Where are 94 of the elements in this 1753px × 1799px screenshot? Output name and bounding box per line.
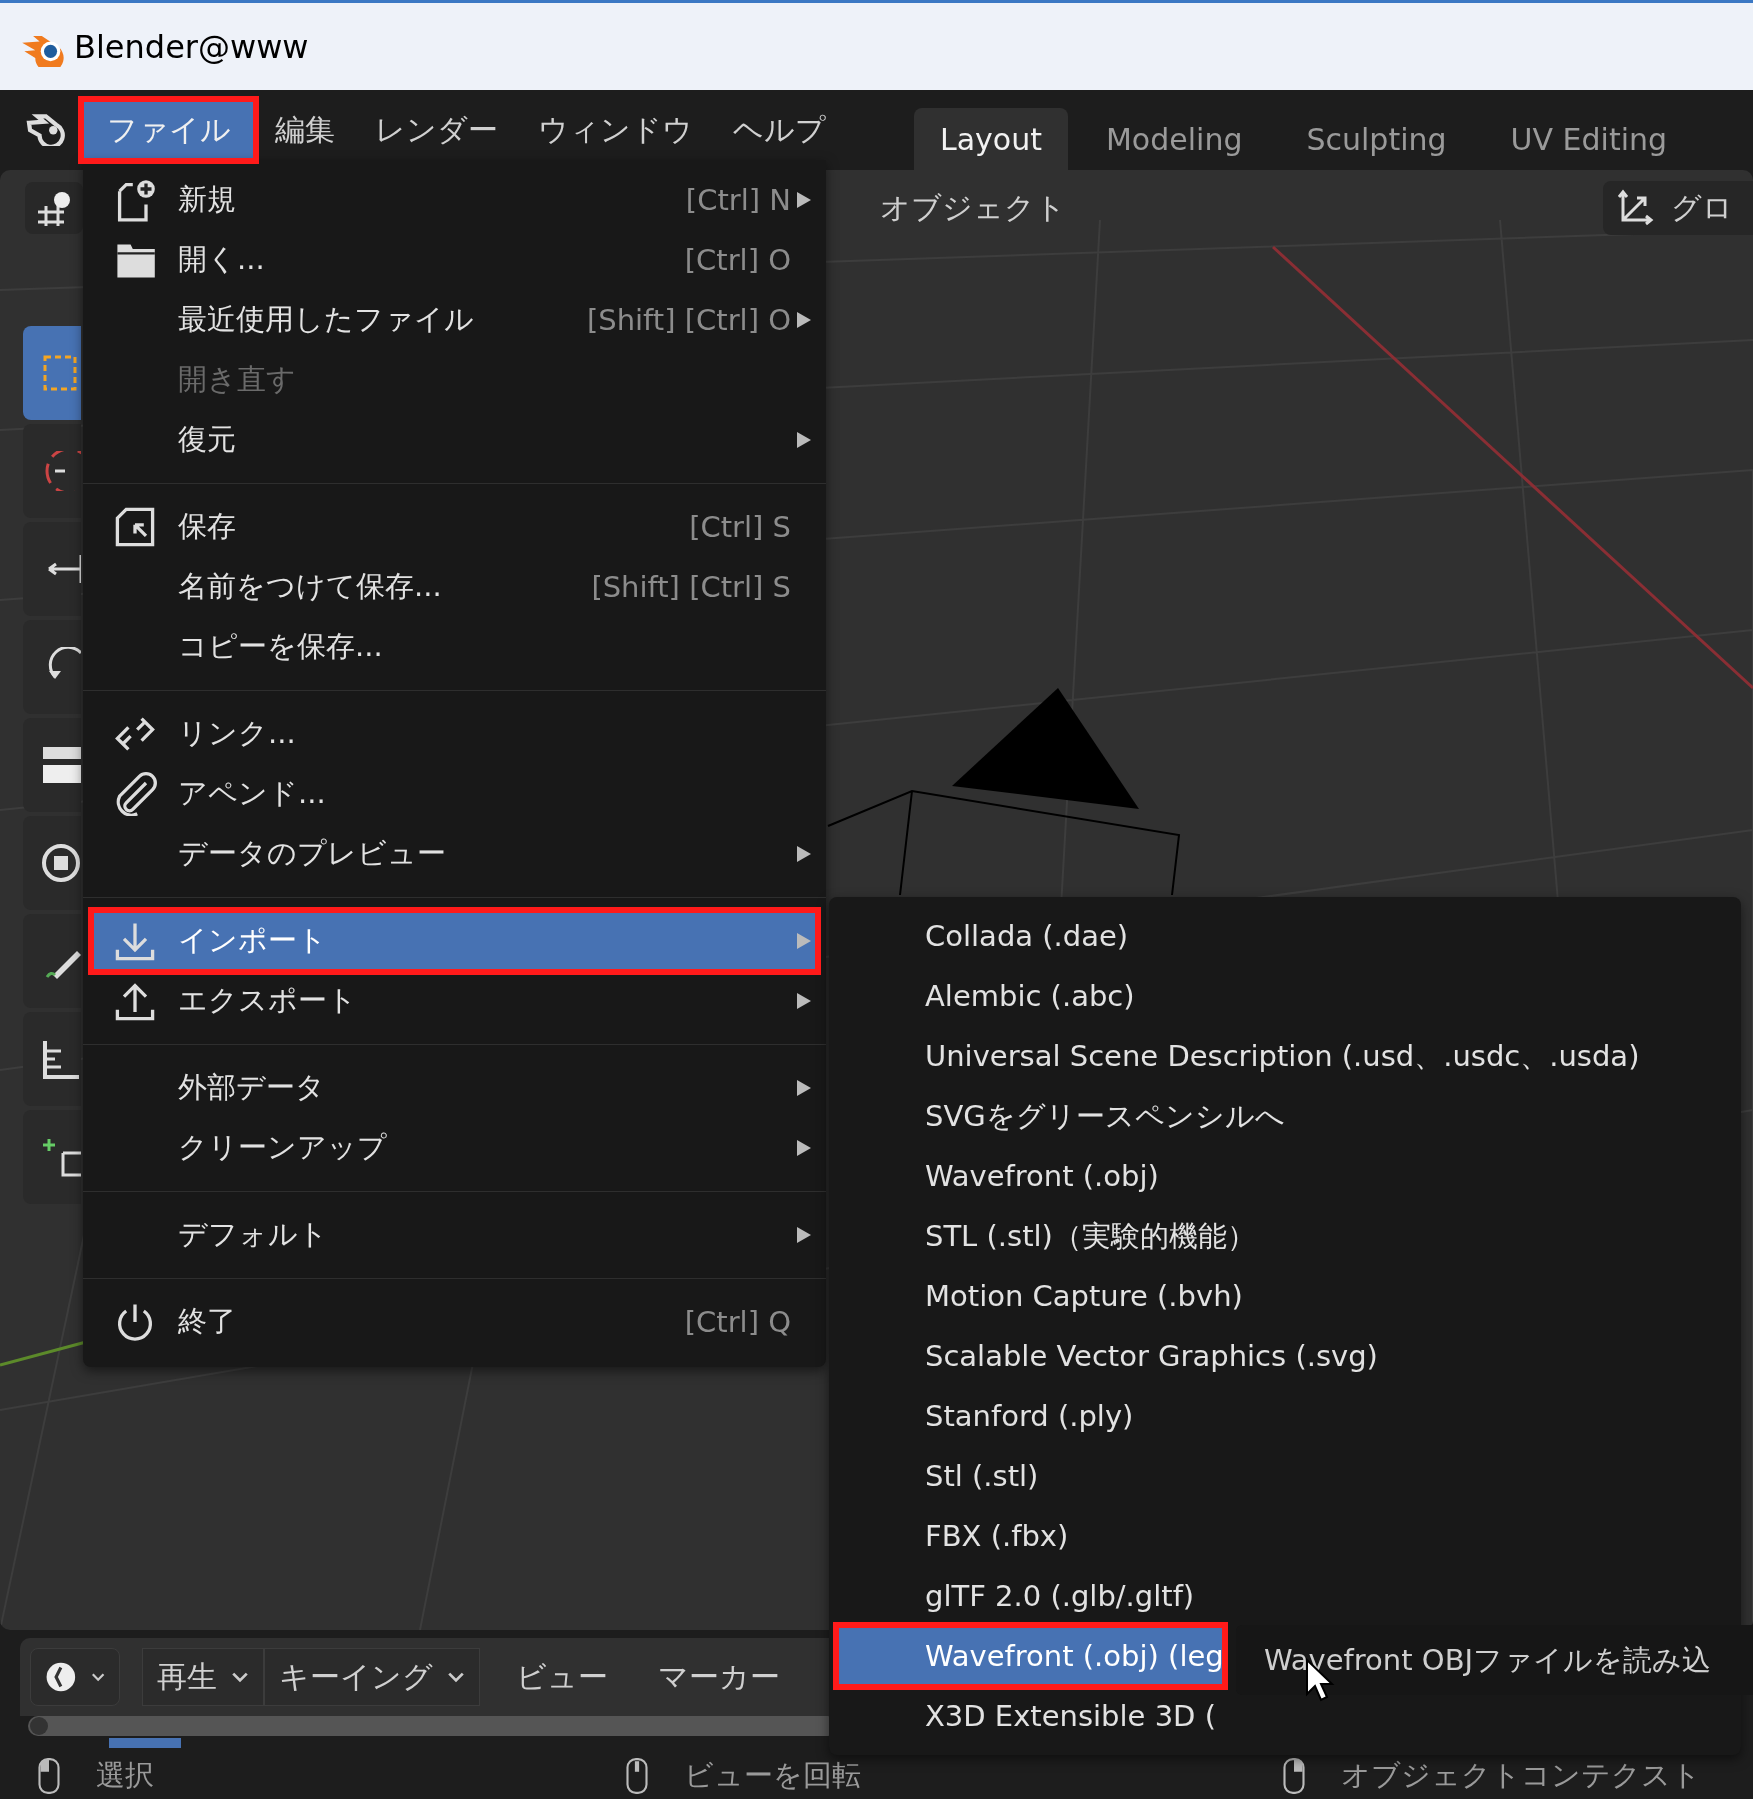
scroll-handle[interactable]	[30, 1717, 48, 1735]
menu-item[interactable]: FBX (.fbx)	[837, 1506, 1733, 1566]
rotate-tool[interactable]	[23, 620, 81, 714]
status-hint: オブジェクトコンテクスト	[1341, 1756, 1701, 1794]
menu-item[interactable]: データのプレビュー	[92, 824, 817, 884]
square-icon	[41, 745, 81, 785]
menu-item[interactable]: Alembic (.abc)	[837, 966, 1733, 1026]
transform-orientation-dropdown[interactable]: グロ	[1603, 181, 1753, 235]
shortcut-label: [Ctrl] Q	[684, 1305, 791, 1339]
menu-item-label: データのプレビュー	[178, 835, 447, 872]
menu-item[interactable]: エクスポート	[92, 971, 817, 1031]
menu-item[interactable]: Universal Scene Description (.usd、.usdc、.usda)	[837, 1026, 1733, 1086]
menu-item[interactable]: SVGをグリースペンシルへ	[837, 1086, 1733, 1146]
mouse-left-icon	[36, 1756, 62, 1795]
workspace-tab[interactable]: Modeling	[1080, 108, 1269, 170]
menu-item-label: 名前をつけて保存...	[178, 568, 443, 605]
menu-item[interactable]: インポート	[92, 911, 817, 971]
menu-item[interactable]: ファイル	[82, 100, 255, 160]
menu-item[interactable]: STL (.stl)（実験的機能）	[837, 1206, 1733, 1266]
menu-item[interactable]: 開く... [Ctrl] O	[92, 230, 817, 290]
workspace-tab[interactable]: Layout	[914, 108, 1068, 170]
menu-item[interactable]: ウィンドウ	[518, 100, 713, 160]
menu-item[interactable]: glTF 2.0 (.glb/.gltf)	[837, 1566, 1733, 1626]
menu-item-label: コピーを保存...	[178, 628, 384, 665]
menu-item-label: アペンド...	[178, 775, 327, 812]
menu-item-label: 復元	[178, 421, 237, 458]
select-box-tool[interactable]	[23, 326, 81, 420]
menu-item[interactable]: アペンド...	[92, 764, 817, 824]
transform-tool[interactable]	[23, 816, 81, 910]
menu-item[interactable]: ヘルプ	[713, 100, 846, 160]
mouse-right-icon	[1281, 1756, 1307, 1795]
window-title: Blender@www	[74, 27, 309, 66]
menu-item[interactable]: Stanford (.ply)	[837, 1386, 1733, 1446]
menu-item-label: 最近使用したファイル	[178, 301, 475, 338]
menu-item-label: エクスポート	[178, 982, 358, 1019]
menu-item[interactable]: 名前をつけて保存... [Shift] [Ctrl] S	[92, 557, 817, 617]
menu-item[interactable]: ビュー	[502, 1648, 622, 1706]
add-cube-icon	[41, 1137, 81, 1177]
menu-item[interactable]: 終了 [Ctrl] Q	[92, 1292, 817, 1352]
mouse-middle-icon	[624, 1756, 650, 1795]
menu-item[interactable]: リンク...	[92, 704, 817, 764]
add-cube-tool[interactable]	[23, 1110, 81, 1204]
dropdown[interactable]: キーイング	[264, 1648, 480, 1706]
menu-item[interactable]: Wavefront (.obj) (leg	[837, 1626, 1224, 1686]
caret-icon	[231, 1671, 249, 1683]
menu-item[interactable]: Collada (.dae)	[837, 906, 1733, 966]
menu-item[interactable]: 新規 [Ctrl] N	[92, 170, 817, 230]
menu-item[interactable]: Motion Capture (.bvh)	[837, 1266, 1733, 1326]
object-menu[interactable]: オブジェクト	[880, 187, 1066, 229]
shortcut-label: [Ctrl] N	[685, 183, 791, 217]
annotate-tool[interactable]	[23, 914, 81, 1008]
menu-item[interactable]: Scalable Vector Graphics (.svg)	[837, 1326, 1733, 1386]
menu-item[interactable]: レンダー	[355, 100, 518, 160]
menu-item[interactable]: 復元	[92, 410, 817, 470]
menu-item[interactable]: デフォルト	[92, 1205, 817, 1265]
menu-item-label: 開き直す	[178, 361, 297, 398]
menu-item-label: リンク...	[178, 715, 297, 752]
menu-item[interactable]: 外部データ	[92, 1058, 817, 1118]
menu-item[interactable]: Wavefront (.obj)	[837, 1146, 1733, 1206]
menu-item-label: 開く...	[178, 241, 266, 278]
menu-item-label: 新規	[178, 181, 237, 218]
editor-type-dropdown[interactable]	[30, 1648, 120, 1706]
menu-item-label: 終了	[178, 1303, 237, 1340]
shortcut-label: [Shift] [Ctrl] S	[591, 570, 791, 604]
shortcut-label: [Ctrl] S	[689, 510, 791, 544]
shortcut-label: [Ctrl] O	[684, 243, 791, 277]
axes-icon	[1615, 188, 1655, 228]
workspace-tab[interactable]: Sculpting	[1280, 108, 1473, 170]
menu-item[interactable]: マーカー	[644, 1648, 794, 1706]
menu-item[interactable]: コピーを保存...	[92, 617, 817, 677]
menu-item-label: 外部データ	[178, 1069, 326, 1106]
menu-item[interactable]: 編集	[255, 100, 355, 160]
menu-item-label: デフォルト	[178, 1216, 329, 1253]
menu-item-label: インポート	[178, 922, 328, 959]
scale-tool[interactable]	[23, 718, 81, 812]
menu-item[interactable]: 最近使用したファイル [Shift] [Ctrl] O	[92, 290, 817, 350]
save-icon	[113, 505, 157, 549]
circle-target-icon	[41, 843, 81, 883]
move-tool[interactable]	[23, 522, 81, 616]
dropdown[interactable]: 再生	[142, 1648, 264, 1706]
menu-item[interactable]: 保存 [Ctrl] S	[92, 497, 817, 557]
menu-item-label: クリーンアップ	[178, 1129, 388, 1166]
menu-item[interactable]: Stl (.stl)	[837, 1446, 1733, 1506]
current-frame-marker[interactable]	[109, 1738, 181, 1748]
editor-type-button[interactable]	[25, 182, 83, 234]
caret-icon	[447, 1671, 465, 1683]
caret-icon	[90, 1671, 105, 1683]
measure-tool[interactable]	[23, 1012, 81, 1106]
shortcut-label: [Shift] [Ctrl] O	[586, 303, 791, 337]
status-hint: 選択	[96, 1756, 154, 1794]
menu-item[interactable]: クリーンアップ	[92, 1118, 817, 1178]
menu-item-label: 保存	[178, 508, 237, 545]
workspace-tab[interactable]: UV Editing	[1484, 108, 1694, 170]
status-hint: ビューを回転	[684, 1756, 861, 1794]
